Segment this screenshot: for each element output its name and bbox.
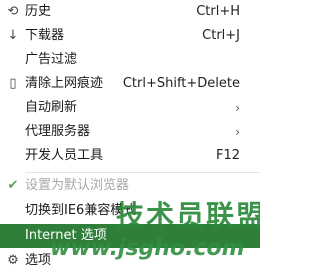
- menu-item-shortcut: Ctrl+Shift+Delete: [122, 76, 240, 91]
- menu-item-shortcut: F12: [215, 148, 240, 163]
- settings-icon: ⚙: [7, 253, 19, 268]
- clear-icon: ▯: [9, 76, 17, 91]
- history-icon: ⟲: [7, 4, 19, 19]
- menu-item-developer-tools[interactable]: 开发人员工具 F12: [0, 144, 260, 168]
- menu-item-label: 清除上网痕迹: [25, 76, 104, 91]
- menu-item-label: 广告过滤: [25, 52, 78, 67]
- menu-separator: [25, 172, 260, 173]
- menu-item-shortcut: Ctrl+H: [196, 4, 240, 19]
- watermark-url: www.jsgho.com: [50, 236, 245, 261]
- menu-item-shortcut: Ctrl+J: [202, 28, 240, 43]
- watermark-logo: 技术员联盟: [116, 199, 260, 228]
- download-icon: ↓: [7, 28, 19, 43]
- menu-item-label: 选项: [25, 253, 52, 268]
- menu-item-label: 下载器: [25, 28, 65, 43]
- menu-item-label: 自动刷新: [25, 100, 78, 115]
- menu-item-history[interactable]: ⟲ 历史 Ctrl+H: [0, 0, 260, 24]
- menu-item-label: 设置为默认浏览器: [25, 178, 130, 193]
- chevron-right-icon: ›: [235, 101, 240, 115]
- browser-tools-menu: ⟲ 历史 Ctrl+H ↓ 下载器 Ctrl+J 广告过滤 ▯ 清除上网痕迹 C…: [0, 0, 260, 274]
- menu-item-auto-refresh[interactable]: 自动刷新 ›: [0, 96, 260, 120]
- menu-item-label: 代理服务器: [25, 124, 91, 139]
- chevron-right-icon: ›: [235, 125, 240, 139]
- menu-item-label: 历史: [25, 4, 52, 19]
- menu-item-label: 开发人员工具: [25, 148, 104, 163]
- menu-item-clear-history[interactable]: ▯ 清除上网痕迹 Ctrl+Shift+Delete: [0, 72, 260, 96]
- menu-item-proxy-server[interactable]: 代理服务器 ›: [0, 120, 260, 144]
- check-icon: ✔: [7, 178, 19, 193]
- menu-item-ad-filter[interactable]: 广告过滤: [0, 48, 260, 72]
- menu-item-downloads[interactable]: ↓ 下载器 Ctrl+J: [0, 24, 260, 48]
